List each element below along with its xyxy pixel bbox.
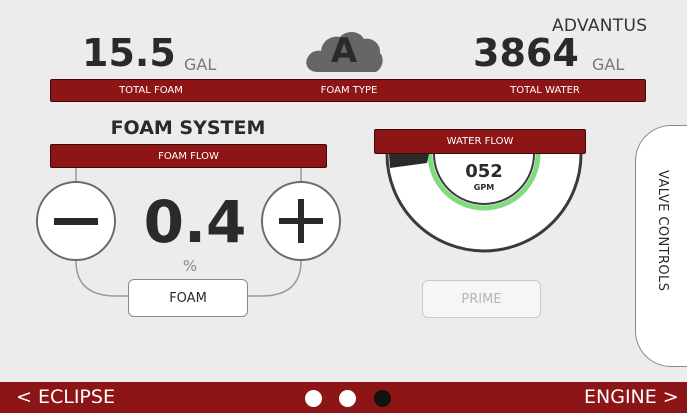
foam-mode-button[interactable]: FOAM	[128, 279, 248, 317]
valve-controls-label: VALVE CONTROLS	[655, 170, 670, 292]
total-water-value: 3864	[473, 31, 579, 75]
water-flow-bar: WATER FLOW	[374, 129, 586, 154]
plus-icon	[263, 183, 339, 259]
nav-prev-eclipse[interactable]: < ECLIPSE	[16, 386, 115, 408]
page-dot-3[interactable]	[374, 390, 391, 407]
minus-icon	[54, 218, 98, 225]
total-water-unit: GAL	[592, 55, 625, 74]
totals-label-bar: TOTAL FOAM FOAM TYPE TOTAL WATER	[50, 79, 646, 102]
water-flow-value: 052	[465, 161, 503, 182]
foam-type-label: FOAM TYPE	[320, 85, 378, 96]
page-dot-2[interactable]	[339, 390, 356, 407]
prime-button[interactable]: PRIME	[422, 280, 541, 318]
foam-flow-label: FOAM FLOW	[158, 150, 219, 162]
total-foam-unit: GAL	[184, 55, 217, 74]
total-foam-label: TOTAL FOAM	[119, 85, 183, 96]
total-foam-value: 15.5	[82, 31, 176, 75]
foam-type-letter: A	[330, 31, 358, 71]
foam-system-title: FOAM SYSTEM	[110, 117, 266, 139]
foam-flow-value: 0.4	[143, 188, 247, 256]
foam-flow-bar: FOAM FLOW	[50, 144, 327, 168]
page-dot-1[interactable]	[305, 390, 322, 407]
water-flow-label: WATER FLOW	[446, 136, 514, 147]
increase-foam-button[interactable]	[261, 181, 341, 261]
total-water-label: TOTAL WATER	[510, 85, 580, 96]
decrease-foam-button[interactable]	[36, 181, 116, 261]
water-flow-unit: GPM	[473, 183, 495, 192]
foam-flow-unit: %	[182, 257, 198, 275]
nav-next-engine[interactable]: ENGINE >	[584, 386, 679, 408]
